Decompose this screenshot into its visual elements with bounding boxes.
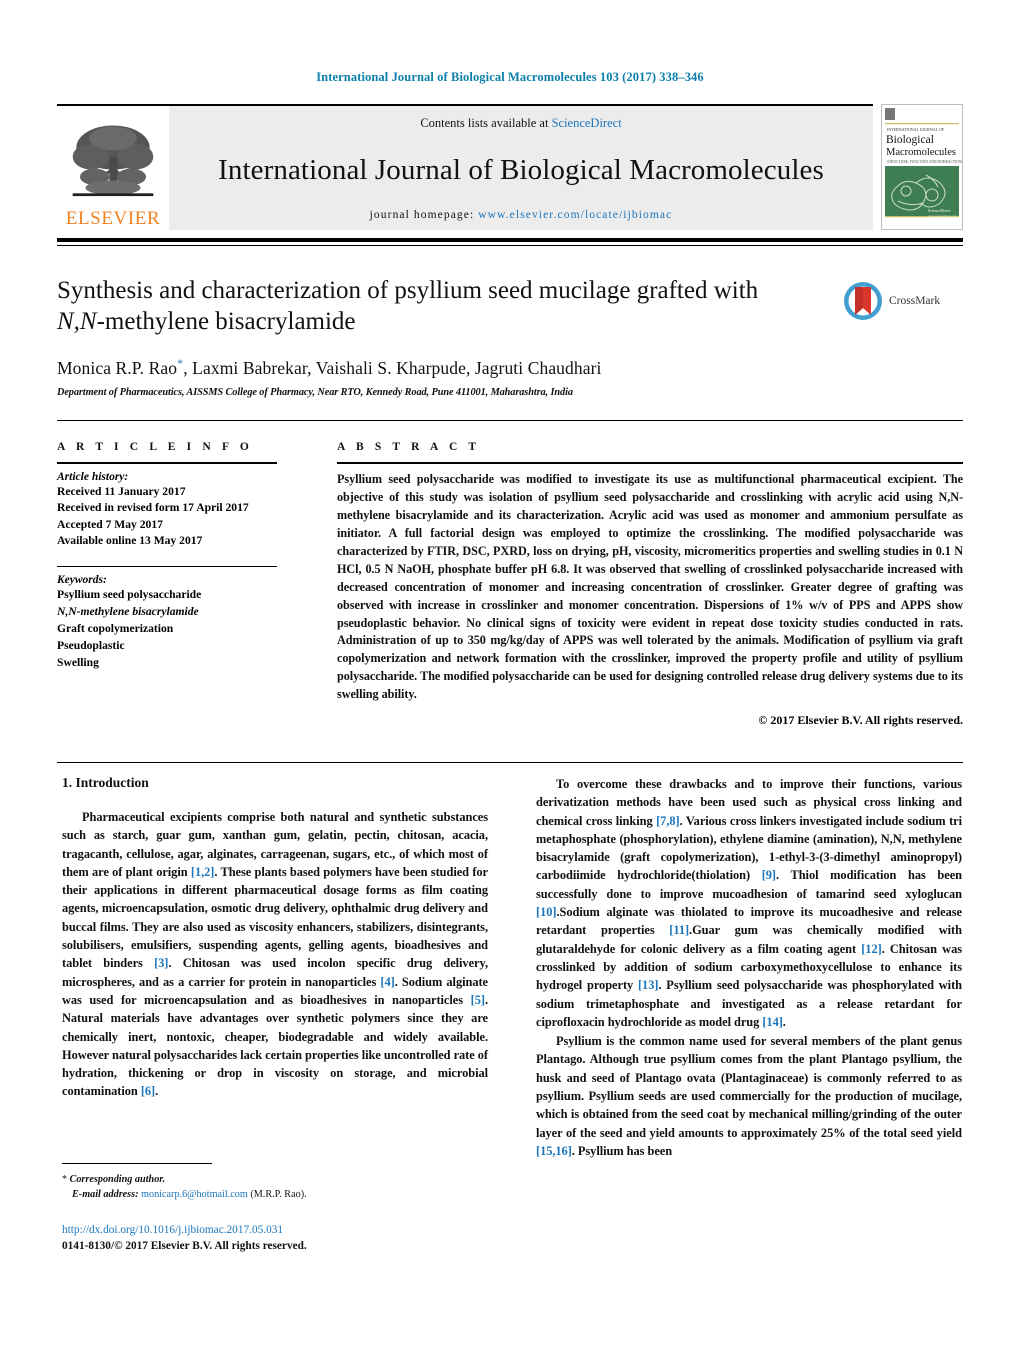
- article-info-rule: [57, 462, 277, 464]
- homepage-prefix: journal homepage:: [369, 209, 479, 221]
- email-label: E-mail address:: [72, 1189, 139, 1201]
- title-line-2-rest: -methylene bisacrylamide: [96, 307, 356, 335]
- article-history-label: Article history:: [57, 471, 129, 483]
- elsevier-tree-icon: [72, 125, 154, 197]
- sciencedirect-link[interactable]: ScienceDirect: [552, 116, 622, 130]
- journal-article-page: International Journal of Biological Macr…: [0, 0, 1020, 1351]
- keyword-item: Psyllium seed polysaccharide: [57, 588, 202, 602]
- body-column-right: To overcome these drawbacks and to impro…: [536, 775, 962, 1160]
- crossmark-badge[interactable]: CrossMark: [843, 278, 961, 324]
- masthead-bottom-rule: [57, 238, 963, 242]
- abstract-copyright: © 2017 Elsevier B.V. All rights reserved…: [758, 713, 963, 728]
- contents-prefix: Contents lists available at: [420, 116, 552, 130]
- keywords-label: Keywords:: [57, 574, 107, 587]
- issn-copyright-line: 0141-8130/© 2017 Elsevier B.V. All right…: [62, 1240, 307, 1253]
- journal-homepage-link[interactable]: www.elsevier.com/locate/ijbiomac: [478, 209, 672, 221]
- abstract-text: Psyllium seed polysaccharide was modifie…: [337, 472, 963, 702]
- masthead-bottom-hairline: [57, 245, 963, 246]
- authors-remaining: , Laxmi Babrekar, Vaishali S. Kharpude, …: [183, 357, 602, 378]
- svg-text:INTERNATIONAL JOURNAL OF: INTERNATIONAL JOURNAL OF: [887, 127, 945, 132]
- info-abstract-row: A R T I C L E I N F O Article history: R…: [57, 441, 963, 728]
- corresponding-author-footnote: * Corresponding author. E-mail address: …: [62, 1172, 502, 1203]
- keyword-item: Pseudoplastic: [57, 638, 125, 652]
- body-column-left: 1. Introduction Pharmaceutical excipient…: [62, 775, 488, 1160]
- doi-link[interactable]: http://dx.doi.org/10.1016/j.ijbiomac.201…: [62, 1222, 502, 1238]
- history-item: Available online 13 May 2017: [57, 534, 203, 548]
- author-affiliation: Department of Pharmaceutics, AISSMS Coll…: [57, 386, 573, 398]
- abstract-column: A B S T R A C T Psyllium seed polysaccha…: [305, 441, 963, 728]
- article-title-block: CrossMark Synthesis and characterization…: [57, 276, 963, 398]
- article-info-heading: A R T I C L E I N F O: [57, 441, 253, 453]
- keywords-rule: [57, 565, 277, 568]
- crossmark-icon: [844, 282, 882, 320]
- abstract-rule: [337, 462, 963, 464]
- footnote-separator: [62, 1163, 212, 1164]
- history-item: Received 11 January 2017: [57, 485, 186, 498]
- contents-list-line: Contents lists available at ScienceDirec…: [420, 116, 621, 131]
- title-italic-part: N,N: [57, 307, 97, 335]
- page-title: Synthesis and characterization of psylli…: [57, 276, 857, 337]
- journal-banner: Contents lists available at ScienceDirec…: [169, 104, 873, 230]
- info-section-top-rule: [57, 420, 963, 421]
- elsevier-wordmark: ELSEVIER: [65, 208, 161, 229]
- journal-masthead: ELSEVIER Contents lists available at Sci…: [57, 104, 963, 230]
- article-info-column: A R T I C L E I N F O Article history: R…: [57, 441, 305, 728]
- elsevier-logo: ELSEVIER: [57, 104, 169, 230]
- journal-cover-thumbnail: INTERNATIONAL JOURNAL OF Biological Macr…: [881, 104, 963, 230]
- running-head: International Journal of Biological Macr…: [316, 70, 704, 84]
- cover-art: INTERNATIONAL JOURNAL OF Biological Macr…: [882, 105, 962, 229]
- crossmark-label: CrossMark: [889, 295, 941, 307]
- email-suffix: (M.R.P. Rao).: [250, 1189, 307, 1201]
- abstract-heading: A B S T R A C T: [337, 441, 481, 453]
- corresponding-email-link[interactable]: monicarp.6@hotmail.com: [141, 1189, 248, 1200]
- body-columns: 1. Introduction Pharmaceutical excipient…: [62, 775, 962, 1160]
- history-item: Received in revised form 17 April 2017: [57, 501, 249, 515]
- svg-text:www.sciencedirect.com: www.sciencedirect.com: [928, 214, 957, 218]
- body-top-rule: [57, 762, 963, 763]
- keyword-item: Swelling: [57, 655, 99, 669]
- svg-text:Biological: Biological: [886, 134, 934, 146]
- keyword-item: N,N-methylene bisacrylamide: [57, 605, 199, 619]
- journal-homepage-line: journal homepage: www.elsevier.com/locat…: [370, 209, 673, 221]
- keyword-item: Graft copolymerization: [57, 621, 174, 635]
- intro-paragraph-right-2: Psyllium is the common name used for sev…: [536, 1034, 962, 1158]
- author-list: Monica R.P. Rao*, Laxmi Babrekar, Vaisha…: [57, 356, 963, 379]
- corresponding-author-label: Corresponding author.: [69, 1174, 166, 1185]
- intro-paragraph-right-1: To overcome these drawbacks and to impro…: [536, 777, 962, 1029]
- history-item: Accepted 7 May 2017: [57, 517, 163, 531]
- doi-block: http://dx.doi.org/10.1016/j.ijbiomac.201…: [62, 1222, 502, 1255]
- svg-text:Macromolecules: Macromolecules: [886, 147, 956, 158]
- section-title-introduction: 1. Introduction: [62, 775, 149, 790]
- journal-title: International Journal of Biological Macr…: [218, 153, 824, 186]
- title-line-1: Synthesis and characterization of psylli…: [57, 277, 759, 304]
- footnote-marker: *: [62, 1174, 67, 1185]
- intro-paragraph-left: Pharmaceutical excipients comprise both …: [62, 810, 488, 1099]
- svg-text:ScienceDirect: ScienceDirect: [928, 208, 951, 213]
- author-first: Monica R.P. Rao: [57, 357, 178, 378]
